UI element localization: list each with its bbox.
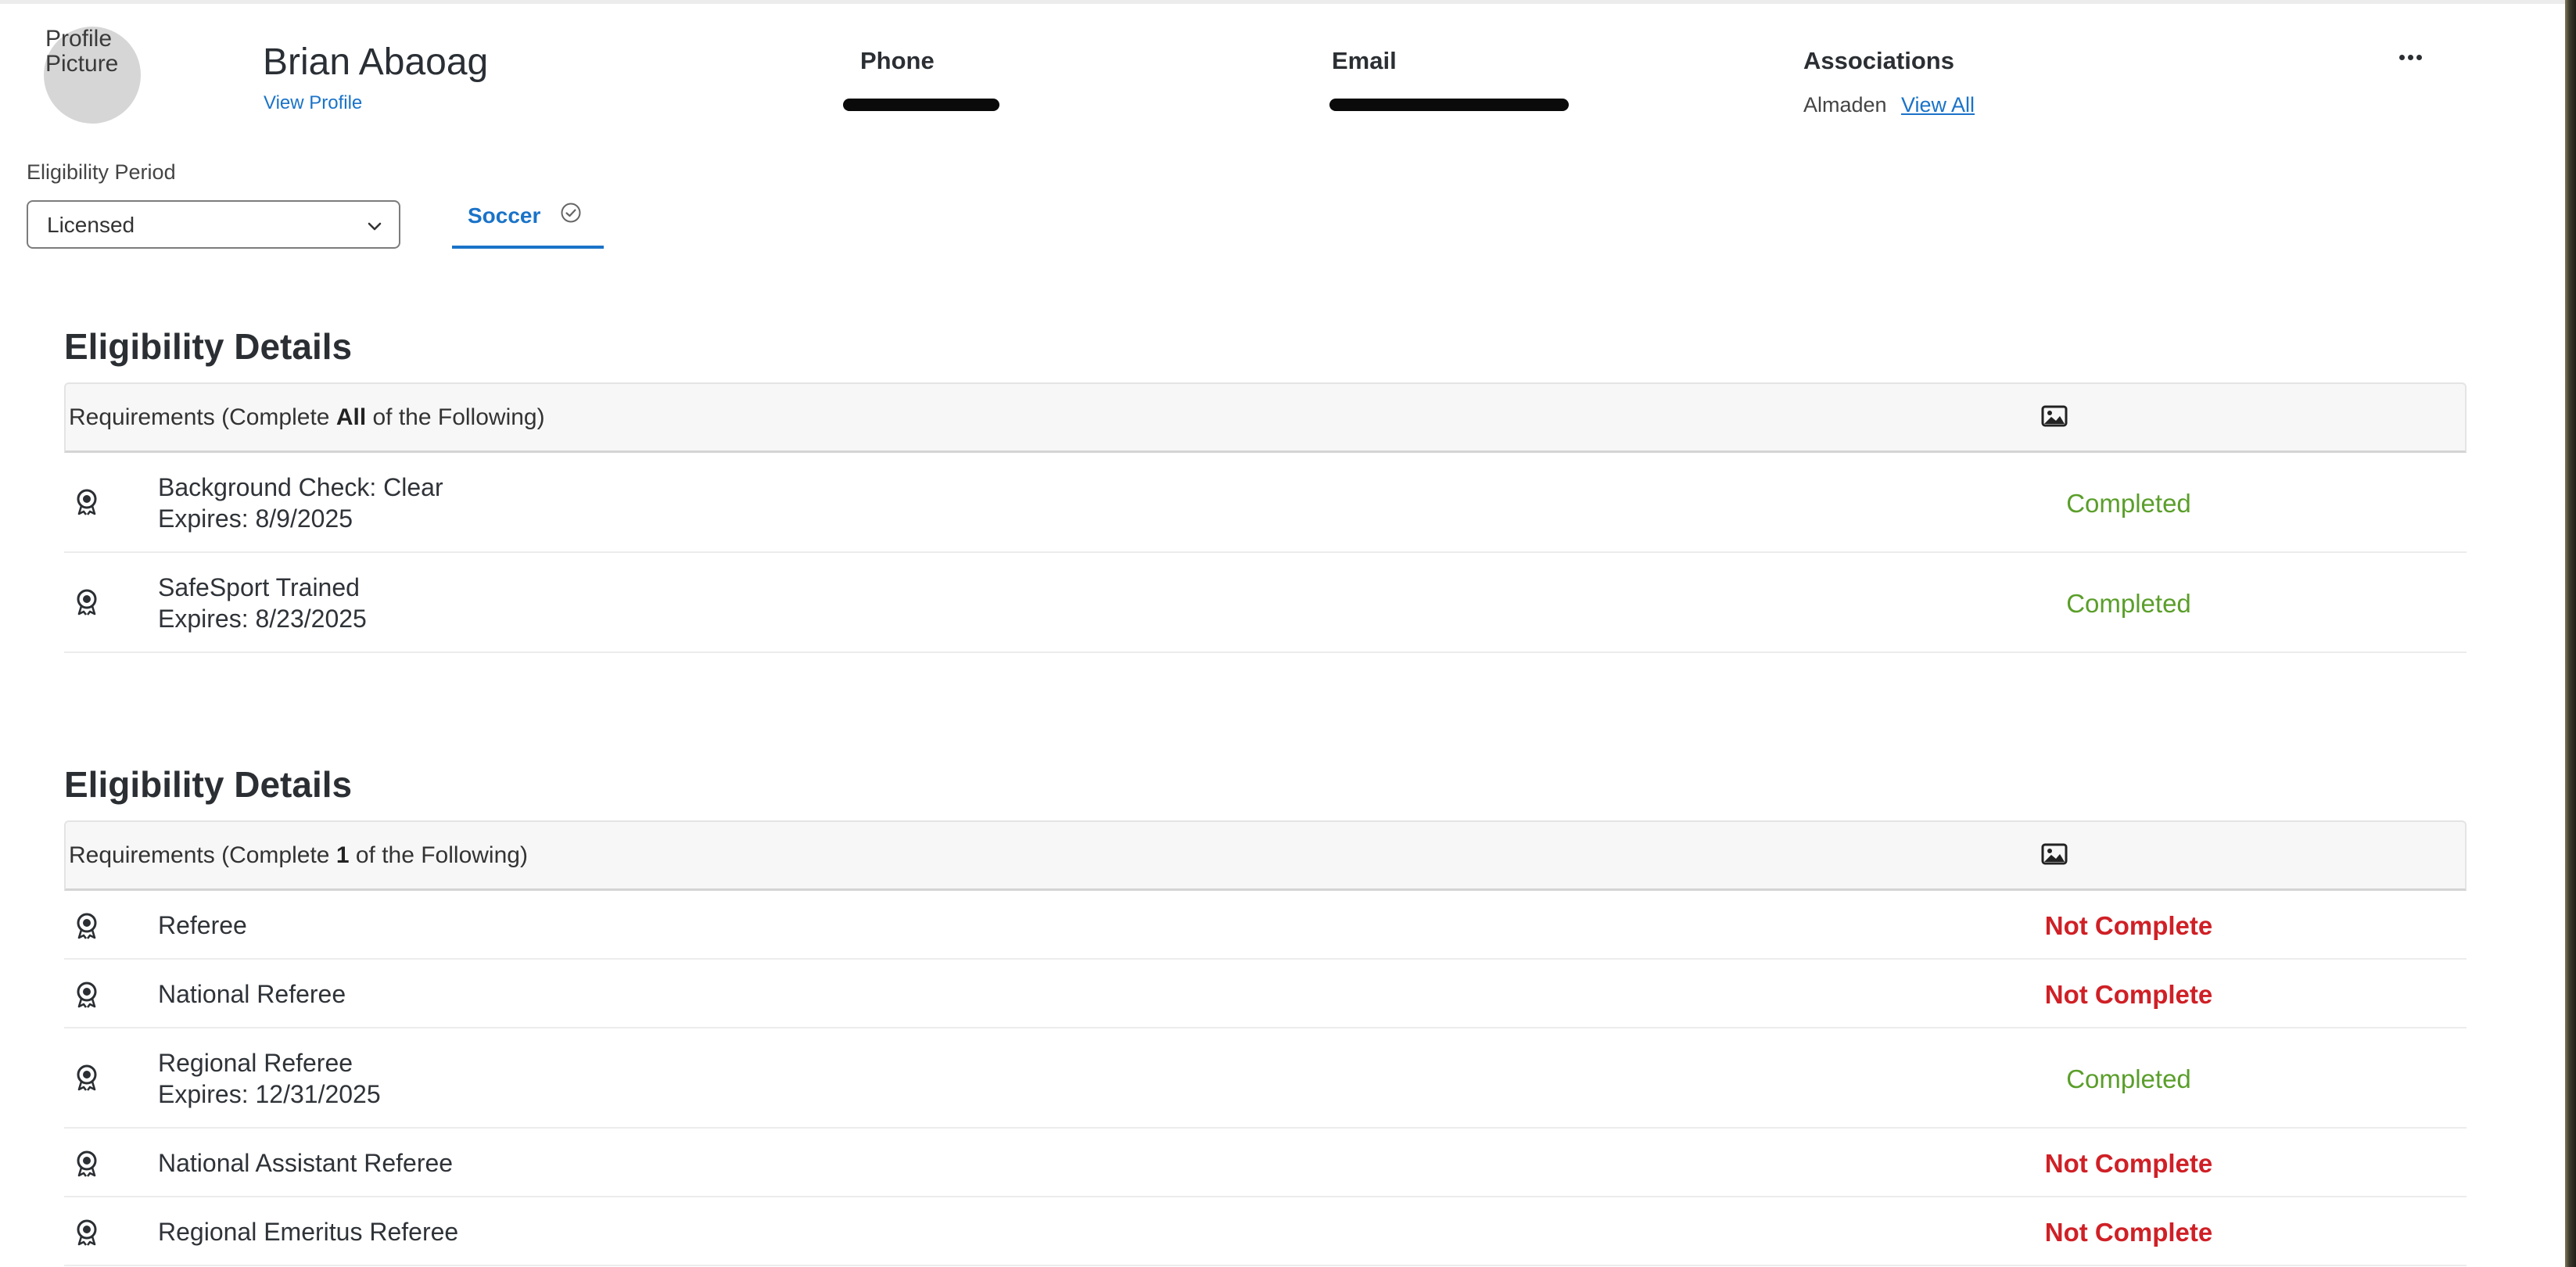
requirement-title: National Referee	[158, 980, 346, 1008]
image-icon	[2041, 405, 2068, 427]
requirement-expiry: Expires: 8/9/2025	[158, 504, 353, 533]
avatar-placeholder-text: Profile Picture	[45, 26, 119, 77]
more-options-icon[interactable]	[2399, 52, 2423, 63]
award-icon	[77, 1064, 97, 1091]
status-not-complete: Not Complete	[2044, 1218, 2213, 1247]
phone-label: Phone	[860, 47, 935, 74]
chevron-down-icon	[368, 222, 382, 231]
award-icon	[77, 489, 97, 515]
award-icon	[77, 913, 97, 939]
section-title: Eligibility Details	[64, 764, 353, 805]
requirement-row: National Referee Not Complete	[64, 960, 2467, 1028]
image-icon	[2041, 843, 2068, 865]
requirement-title: Regional Referee	[158, 1049, 353, 1077]
requirement-expiry: Expires: 12/31/2025	[158, 1080, 381, 1108]
requirement-row: Referee Not Complete	[64, 891, 2467, 960]
eligibility-period-select[interactable]: Licensed	[27, 200, 400, 249]
eligibility-period-value: Licensed	[47, 213, 135, 237]
top-border	[0, 0, 2576, 4]
requirement-row: Background Check: Clear Expires: 8/9/202…	[64, 453, 2467, 553]
association-value: Almaden	[1803, 93, 1887, 117]
email-value-redacted	[1329, 99, 1569, 111]
phone-value-redacted	[843, 99, 999, 111]
award-icon	[77, 589, 97, 616]
associations-view-all-link[interactable]: View All	[1901, 93, 1975, 117]
requirement-title: Background Check: Clear	[158, 473, 443, 501]
requirement-title: SafeSport Trained	[158, 573, 360, 601]
tab-soccer-label: Soccer	[468, 203, 541, 228]
requirements-text: Requirements (Complete All of the Follow…	[69, 404, 545, 430]
eligibility-period-label: Eligibility Period	[27, 160, 176, 184]
view-profile-link[interactable]: View Profile	[264, 92, 362, 114]
status-completed: Completed	[2066, 1064, 2191, 1093]
requirement-row: Regional Referee Expires: 12/31/2025 Com…	[64, 1028, 2467, 1129]
requirements-header: Requirements (Complete 1 of the Followin…	[64, 820, 2467, 891]
award-icon	[77, 1219, 97, 1246]
associations-label: Associations	[1803, 47, 1954, 74]
tab-soccer[interactable]: Soccer	[452, 192, 604, 249]
section-title: Eligibility Details	[64, 326, 353, 367]
requirement-row: SafeSport Trained Expires: 8/23/2025 Com…	[64, 553, 2467, 653]
award-icon	[77, 1150, 97, 1177]
status-not-complete: Not Complete	[2044, 1149, 2213, 1178]
status-not-complete: Not Complete	[2044, 980, 2213, 1009]
requirement-title: Regional Emeritus Referee	[158, 1218, 459, 1246]
requirement-expiry: Expires: 8/23/2025	[158, 605, 367, 633]
requirements-text: Requirements (Complete 1 of the Followin…	[69, 842, 528, 868]
award-icon	[77, 982, 97, 1008]
requirement-title: National Assistant Referee	[158, 1149, 454, 1177]
status-completed: Completed	[2066, 589, 2191, 618]
status-completed: Completed	[2066, 489, 2191, 518]
check-circle-icon	[561, 203, 581, 223]
requirement-row: National Assistant Referee Not Complete	[64, 1129, 2467, 1197]
email-label: Email	[1332, 47, 1397, 74]
status-not-complete: Not Complete	[2044, 911, 2213, 940]
profile-name: Brian Abaoag	[263, 41, 489, 83]
requirement-row: Regional Emeritus Referee Not Complete	[64, 1197, 2467, 1266]
requirements-header: Requirements (Complete All of the Follow…	[64, 382, 2467, 453]
requirement-title: Referee	[158, 911, 247, 939]
window-edge	[2565, 0, 2576, 1267]
